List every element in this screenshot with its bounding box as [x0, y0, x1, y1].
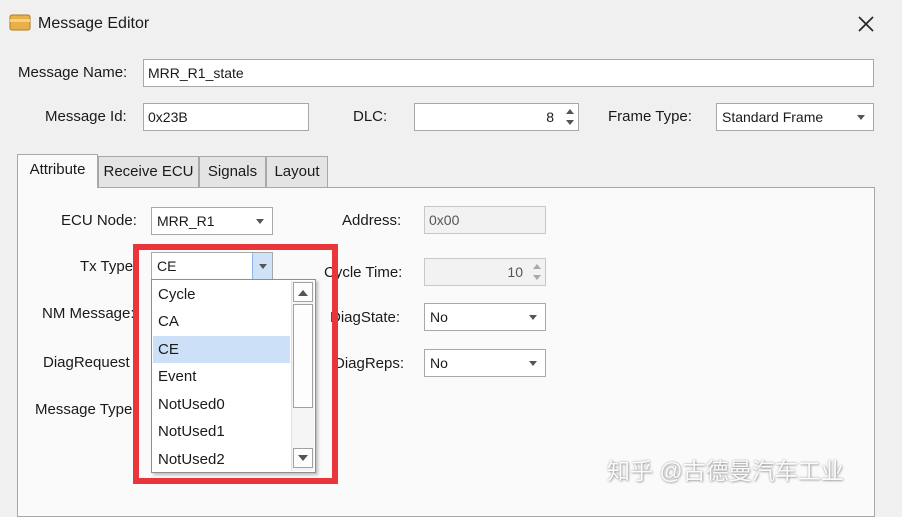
dlc-value: 8 — [546, 109, 554, 125]
diag-state-value: No — [430, 309, 448, 325]
window-title: Message Editor — [38, 15, 150, 32]
scroll-up-icon — [298, 289, 308, 296]
dlc-label: DLC: — [353, 108, 388, 125]
tab-attribute[interactable]: Attribute — [17, 154, 98, 188]
spin-down-icon — [533, 275, 541, 280]
frame-type-label: Frame Type: — [608, 108, 692, 125]
folder-icon — [9, 14, 31, 31]
message-id-input[interactable]: 0x23B — [143, 103, 309, 131]
chevron-down-icon — [527, 304, 539, 330]
dlc-spinner-arrows[interactable] — [564, 106, 576, 128]
list-item-notused0[interactable]: NotUsed0 — [153, 391, 290, 418]
frame-type-value: Standard Frame — [722, 109, 824, 125]
chevron-down-icon — [527, 350, 539, 376]
dlc-spinbox[interactable]: 8 — [414, 103, 579, 131]
diag-reps-value: No — [430, 355, 448, 371]
tab-label: Attribute — [29, 161, 86, 178]
close-icon — [858, 16, 874, 32]
diag-state-label: DiagState: — [330, 309, 401, 326]
list-item-ce[interactable]: CE — [153, 336, 290, 363]
ecu-node-label: ECU Node: — [61, 212, 137, 229]
tab-layout[interactable]: Layout — [266, 156, 328, 187]
title-bar: Message Editor — [0, 0, 902, 48]
tab-label: Receive ECU — [103, 163, 194, 180]
tx-type-select[interactable]: CE — [151, 252, 273, 280]
tx-type-value: CE — [157, 258, 177, 274]
diag-reps-label: DiagReps: — [334, 355, 405, 372]
message-id-label: Message Id: — [45, 108, 127, 125]
cycle-time-spinbox: 10 — [424, 258, 546, 286]
cycle-time-label: Cycle Time: — [324, 264, 403, 281]
list-item-event[interactable]: Event — [153, 363, 290, 390]
address-input: 0x00 — [424, 206, 546, 234]
cycle-time-value: 10 — [507, 264, 523, 280]
tab-signals[interactable]: Signals — [199, 156, 266, 187]
diag-reps-select[interactable]: No — [424, 349, 546, 377]
frame-type-select[interactable]: Standard Frame — [716, 103, 874, 131]
list-item-ca[interactable]: CA — [153, 308, 290, 335]
tx-type-label: Tx Type — [80, 258, 134, 275]
tab-label: Signals — [207, 163, 258, 180]
tab-label: Layout — [274, 163, 320, 180]
list-item-cycle[interactable]: Cycle — [153, 281, 290, 308]
scrollbar-thumb[interactable] — [293, 304, 313, 408]
message-name-input[interactable]: MRR_R1_state — [143, 59, 874, 87]
list-item-notused2[interactable]: NotUsed2 — [153, 446, 290, 473]
close-button[interactable] — [850, 8, 882, 40]
address-label: Address: — [342, 212, 402, 229]
scroll-down-button[interactable] — [293, 448, 313, 468]
scroll-up-button[interactable] — [293, 282, 313, 302]
ecu-node-value: MRR_R1 — [157, 213, 215, 229]
tab-receive-ecu[interactable]: Receive ECU — [98, 156, 199, 187]
chevron-down-icon — [855, 104, 867, 130]
message-name-label: Message Name: — [18, 64, 128, 81]
chevron-down-icon — [254, 208, 266, 234]
cycle-time-spinner-arrows — [531, 261, 543, 283]
diag-request-label: DiagRequest — [43, 354, 130, 371]
tx-type-dropdown-list[interactable]: Cycle CA CE Event NotUsed0 NotUsed1 NotU… — [151, 279, 316, 473]
dropdown-scrollbar[interactable] — [291, 281, 314, 471]
chevron-down-icon — [252, 253, 272, 279]
spin-up-icon — [533, 264, 541, 269]
message-type-label: Message Type — [35, 401, 133, 418]
nm-message-label: NM Message: — [42, 305, 135, 322]
scroll-down-icon — [298, 454, 308, 461]
ecu-node-select[interactable]: MRR_R1 — [151, 207, 273, 235]
diag-state-select[interactable]: No — [424, 303, 546, 331]
spin-down-icon[interactable] — [566, 120, 574, 125]
spin-up-icon[interactable] — [566, 109, 574, 114]
watermark-text: 知乎 @古德曼汽车工业 — [607, 458, 844, 484]
list-item-notused1[interactable]: NotUsed1 — [153, 418, 290, 445]
